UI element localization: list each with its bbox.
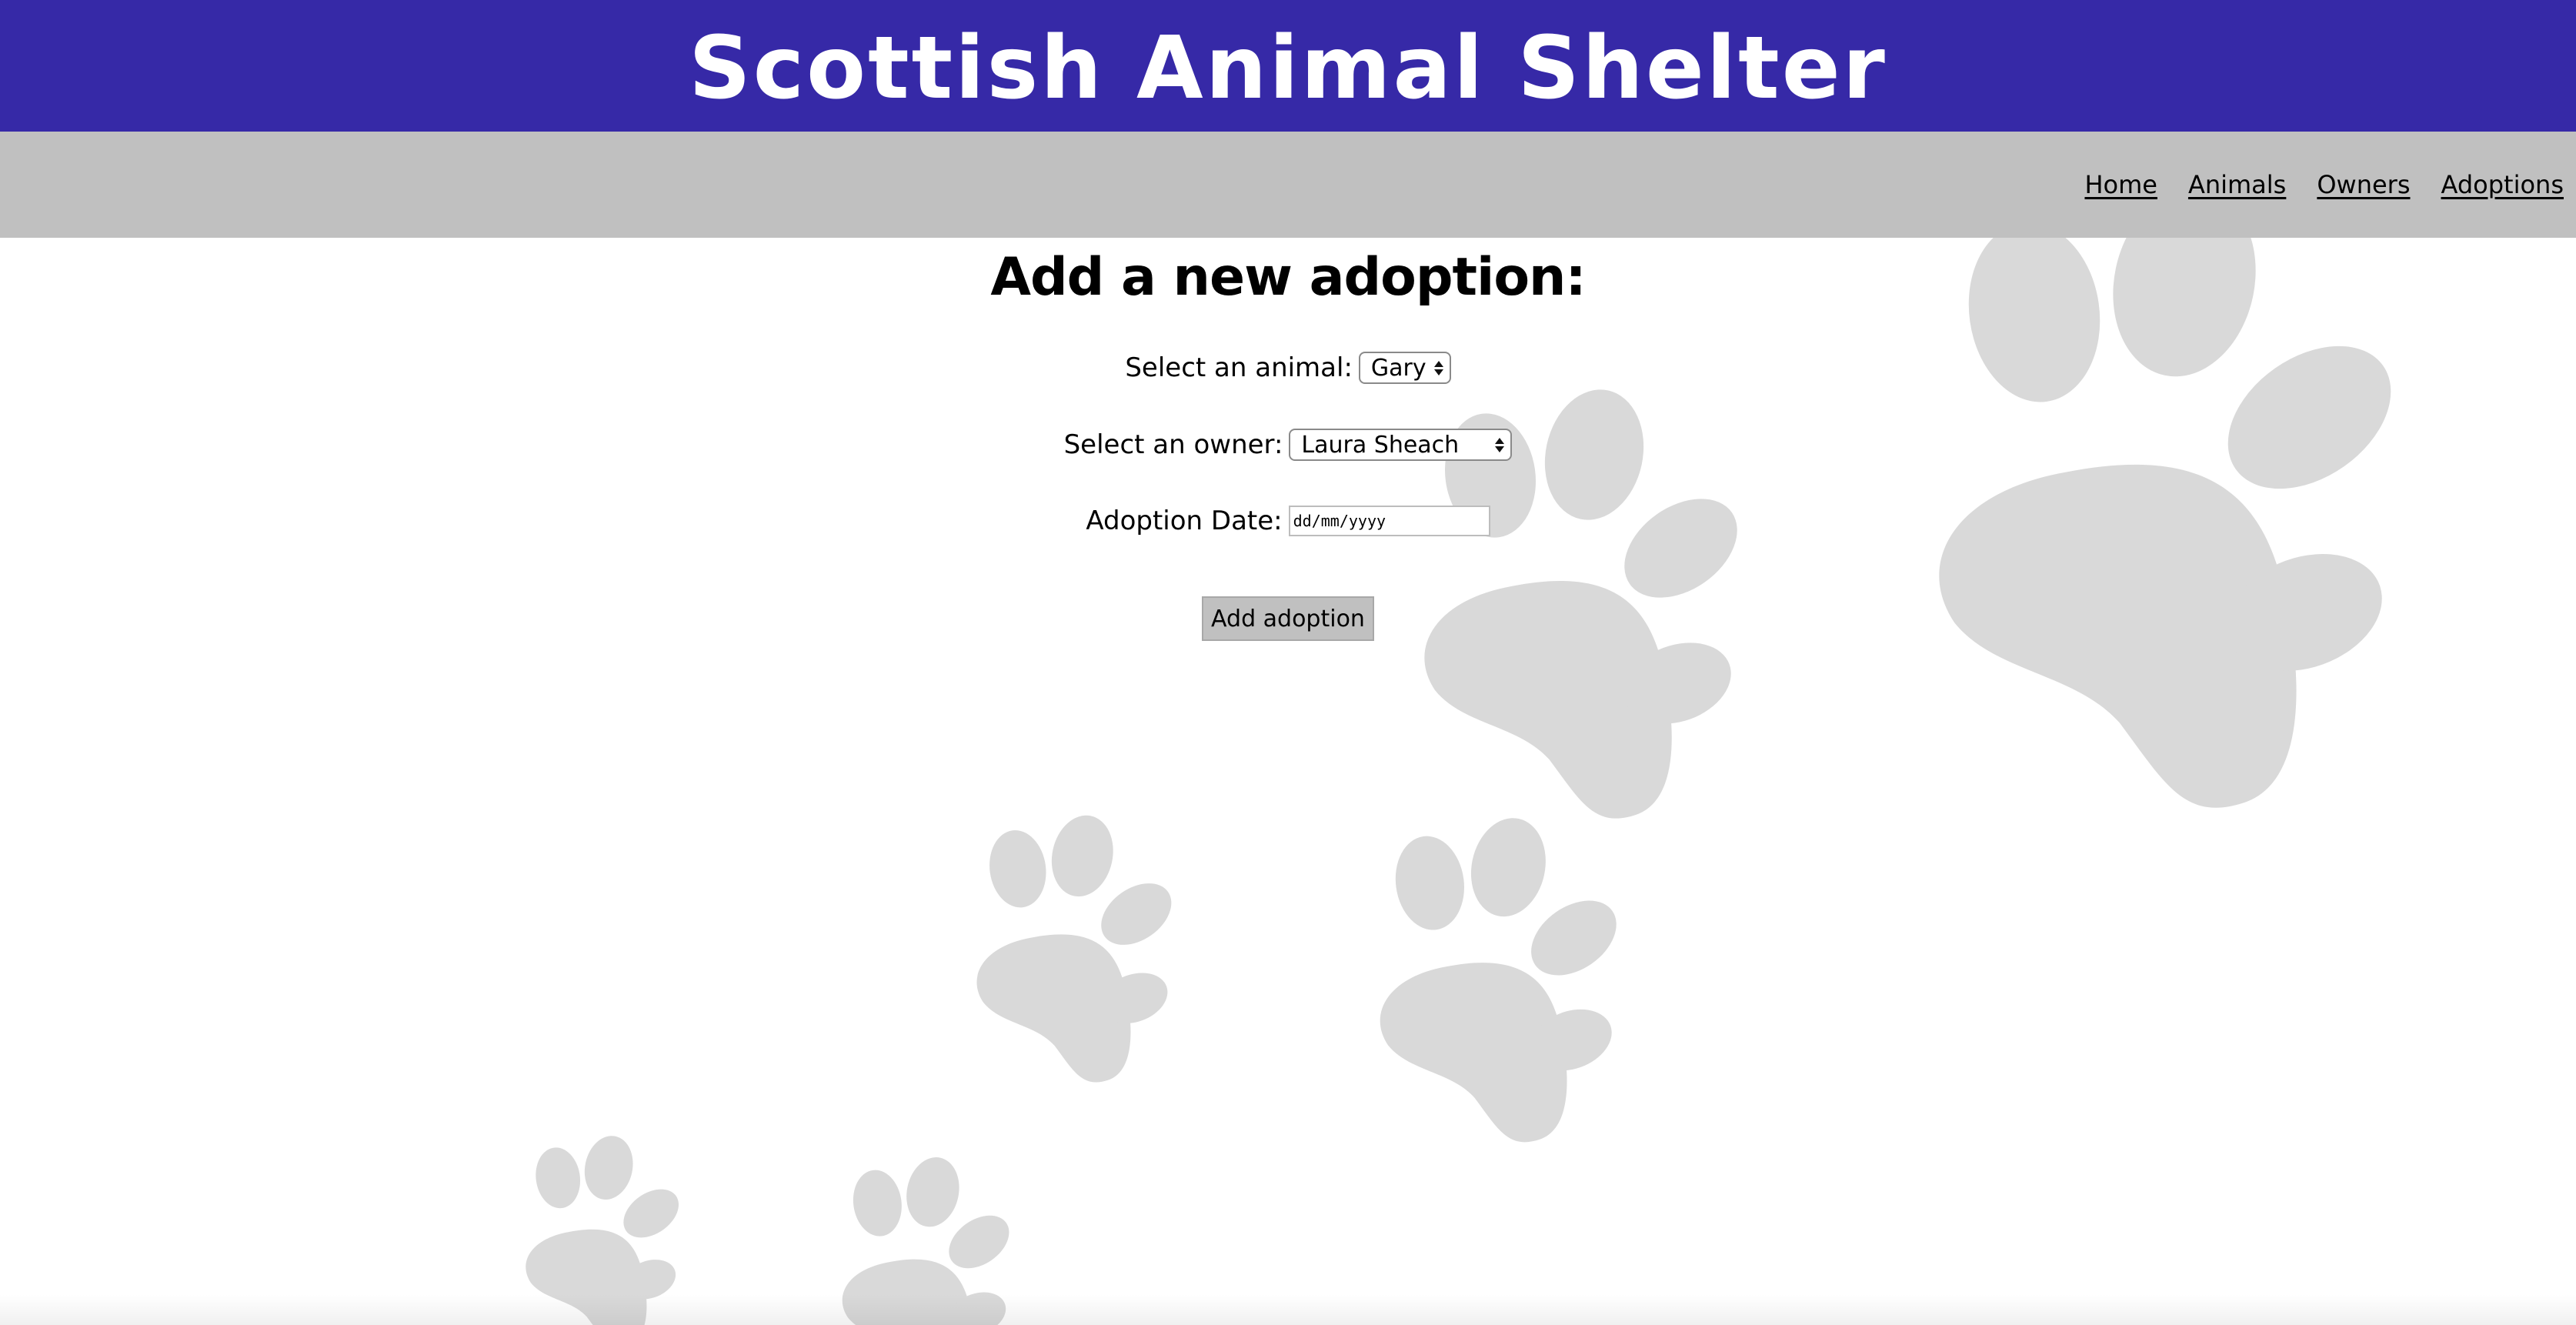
owner-row: Select an owner: Laura Sheach	[0, 429, 2576, 461]
nav-link-owners[interactable]: Owners	[2317, 170, 2410, 199]
page: Scottish Animal Shelter Home Animals Own…	[0, 0, 2576, 1325]
nav-link-adoptions[interactable]: Adoptions	[2441, 170, 2564, 199]
nav-item-animals: Animals	[2188, 170, 2286, 199]
bottom-shadow	[0, 1294, 2576, 1325]
page-title: Add a new adoption:	[990, 247, 1586, 308]
date-row: Adoption Date:	[0, 506, 2576, 536]
adoption-date-input[interactable]	[1288, 506, 1490, 536]
animal-row: Select an animal: Gary	[0, 352, 2576, 384]
select-arrows-icon	[1433, 360, 1443, 375]
adoption-date-label: Adoption Date:	[1086, 506, 1283, 536]
owner-label: Select an owner:	[1063, 429, 1283, 460]
nav-list: Home Animals Owners Adoptions	[2084, 132, 2564, 238]
paw-print-icon	[1380, 811, 1630, 1143]
site-header: Scottish Animal Shelter	[0, 0, 2576, 132]
select-arrows-icon	[1495, 437, 1505, 452]
nav-link-animals[interactable]: Animals	[2188, 170, 2286, 199]
animal-label: Select an animal:	[1125, 352, 1353, 383]
owner-select[interactable]: Laura Sheach	[1289, 429, 1513, 461]
paw-print-icon	[976, 809, 1183, 1083]
nav-bar: Home Animals Owners Adoptions	[0, 132, 2576, 238]
site-title: Scottish Animal Shelter	[689, 18, 1887, 118]
animal-select[interactable]: Gary	[1358, 352, 1451, 384]
add-adoption-button[interactable]: Add adoption	[1202, 596, 1374, 641]
nav-item-home: Home	[2084, 170, 2157, 199]
nav-item-owners: Owners	[2317, 170, 2410, 199]
nav-item-adoptions: Adoptions	[2441, 170, 2564, 199]
submit-row: Add adoption	[0, 596, 2576, 641]
owner-select-value: Laura Sheach	[1301, 431, 1460, 459]
animal-select-value: Gary	[1370, 354, 1426, 382]
nav-link-home[interactable]: Home	[2084, 170, 2157, 199]
